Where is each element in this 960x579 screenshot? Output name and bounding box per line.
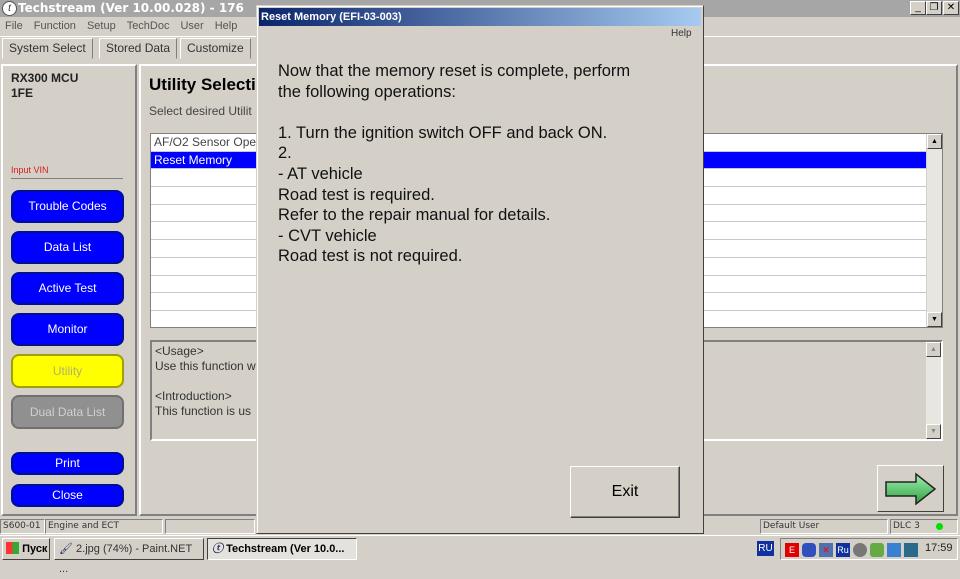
- minimize-button[interactable]: _: [910, 1, 926, 15]
- dlc-label: DLC 3: [893, 521, 920, 531]
- vehicle-engine: 1FE: [11, 86, 34, 100]
- clock: 17:59: [925, 542, 953, 554]
- scroll-down-arrow-icon[interactable]: ▼: [926, 424, 941, 439]
- ru-app-icon[interactable]: Ru: [836, 543, 850, 557]
- next-button[interactable]: [877, 465, 944, 512]
- dialog-message: Now that the memory reset is complete, p…: [278, 62, 631, 266]
- status-system: Engine and ECT: [45, 519, 163, 534]
- status-code: S600-01: [0, 519, 45, 534]
- scroll-down-arrow-icon[interactable]: ▼: [927, 312, 942, 327]
- restore-button[interactable]: ❐: [926, 1, 942, 15]
- network-disconnected-icon[interactable]: ✕: [819, 543, 833, 557]
- system-tray: E ✕ Ru 17:59: [780, 538, 958, 560]
- monitor-icon[interactable]: [904, 543, 918, 557]
- status-user: Default User: [760, 519, 888, 534]
- e-app-icon[interactable]: E: [785, 543, 799, 557]
- menu-function[interactable]: Function: [34, 20, 76, 32]
- start-button[interactable]: Пуск: [2, 538, 50, 560]
- menu-file[interactable]: File: [5, 20, 23, 32]
- menu-user[interactable]: User: [180, 20, 203, 32]
- utility-button[interactable]: Utility: [11, 354, 124, 388]
- tab-stored-data[interactable]: Stored Data: [99, 38, 178, 59]
- taskbar-item-techstream[interactable]: ⓣ Techstream (Ver 10.0...: [207, 538, 357, 560]
- scroll-up-arrow-icon[interactable]: ▲: [926, 342, 941, 357]
- status-empty: [165, 519, 255, 534]
- list-scrollbar[interactable]: ▲ ▼: [926, 134, 942, 327]
- print-button[interactable]: Print: [11, 452, 124, 475]
- page-subtitle: Select desired Utilit: [149, 104, 252, 118]
- exit-button[interactable]: Exit: [570, 466, 680, 518]
- menu-help[interactable]: Help: [215, 20, 238, 32]
- scroll-up-arrow-icon[interactable]: ▲: [927, 134, 942, 149]
- dialog-help-menu[interactable]: Help: [671, 28, 692, 39]
- monitor-button[interactable]: Monitor: [11, 313, 124, 346]
- status-dlc: DLC 3: [890, 519, 958, 534]
- close-window-button[interactable]: ✕: [943, 1, 959, 15]
- active-test-button[interactable]: Active Test: [11, 272, 124, 305]
- techstream-logo-icon: t: [2, 1, 17, 16]
- right-arrow-icon: [885, 472, 937, 506]
- reset-memory-dialog: Reset Memory (EFI-03-003) Help Now that …: [256, 5, 704, 534]
- window-title: Techstream (Ver 10.00.028) - 176: [18, 1, 244, 15]
- connection-indicator-icon: [936, 523, 943, 530]
- techstream-icon: ⓣ: [212, 543, 223, 555]
- battery-icon[interactable]: [802, 543, 816, 557]
- data-list-button[interactable]: Data List: [11, 231, 124, 264]
- windows-logo-icon: [6, 542, 19, 554]
- speaker-icon[interactable]: [853, 543, 867, 557]
- vehicle-model: RX300 MCU: [11, 71, 79, 85]
- language-indicator[interactable]: RU: [757, 541, 774, 556]
- tab-system-select[interactable]: System Select: [2, 38, 93, 59]
- trouble-codes-button[interactable]: Trouble Codes: [11, 190, 124, 223]
- dialog-title: Reset Memory (EFI-03-003): [259, 8, 701, 26]
- menu-techdoc[interactable]: TechDoc: [127, 20, 170, 32]
- menu-setup[interactable]: Setup: [87, 20, 116, 32]
- taskbar-item-paintnet[interactable]: 🖌 2.jpg (74%) - Paint.NET ...: [54, 538, 204, 575]
- page-title: Utility Selecti: [149, 75, 256, 94]
- info-scrollbar[interactable]: ▲ ▼: [925, 342, 941, 439]
- close-button[interactable]: Close: [11, 484, 124, 507]
- tab-customize[interactable]: Customize: [180, 38, 251, 59]
- input-vin-link[interactable]: Input VIN: [11, 165, 49, 175]
- app-icon[interactable]: [887, 543, 901, 557]
- sync-icon[interactable]: [870, 543, 884, 557]
- dual-data-list-button[interactable]: Dual Data List: [11, 395, 124, 429]
- paintnet-icon: 🖌: [59, 543, 73, 555]
